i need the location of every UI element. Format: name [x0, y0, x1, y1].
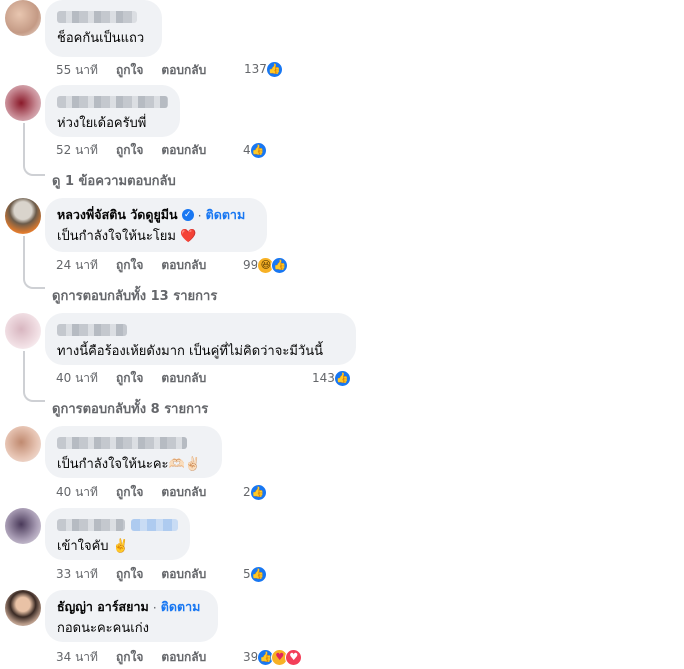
comment-actions: 40 นาที ถูกใจ ตอบกลับ — [56, 368, 224, 388]
separator-dot: · — [197, 207, 202, 223]
like-reaction-icon: 👍 — [249, 483, 267, 501]
thread-connector — [23, 388, 45, 402]
comment-bubble: หลวงพี่จัสติน วัดดูยูมีน ✓ · ติดตาม เป็น… — [45, 198, 267, 252]
reply-button[interactable]: ตอบกลับ — [161, 61, 206, 80]
view-replies-link[interactable]: ดู 1 ข้อความตอบกลับ — [52, 170, 176, 191]
comment-author-name[interactable] — [57, 8, 150, 26]
comment-author-name[interactable]: ธัญญ่า อาร์สยาม — [57, 597, 149, 617]
comment-actions: 40 นาที ถูกใจ ตอบกลับ — [56, 482, 224, 502]
view-replies-link[interactable]: ดูการตอบกลับทั้ง 8 รายการ — [52, 398, 208, 419]
thread-line — [23, 236, 25, 276]
comment-timestamp[interactable]: 34 นาที — [56, 648, 116, 667]
reply-button[interactable]: ตอบกลับ — [161, 648, 206, 667]
comment-bubble: เข้าใจคับ ✌️ — [45, 508, 190, 560]
comment-author-name[interactable] — [57, 434, 210, 452]
reaction-summary[interactable]: 5 👍 — [243, 564, 267, 584]
avatar[interactable] — [5, 85, 41, 121]
comment-bubble: ทางนี้คือร้องเห้ยดังมาก เป็นคู่ที่ไม่คิด… — [45, 313, 356, 365]
comment-author-name[interactable] — [57, 321, 344, 339]
comment-actions: 33 นาที ถูกใจ ตอบกลับ — [56, 564, 224, 584]
comment-text: ทางนี้คือร้องเห้ยดังมาก เป็นคู่ที่ไม่คิด… — [57, 344, 323, 359]
reaction-summary[interactable]: 137 👍 — [244, 59, 283, 79]
avatar[interactable] — [5, 0, 41, 36]
comment-text: เป็นกำลังใจให้นะโยม ❤️ — [57, 229, 197, 244]
comment-timestamp[interactable]: 24 นาที — [56, 256, 116, 275]
thread-line — [23, 123, 25, 163]
like-reaction-icon: 👍 — [333, 369, 351, 387]
reply-button[interactable]: ตอบกลับ — [161, 369, 206, 388]
like-reaction-icon: 👍 — [249, 141, 267, 159]
comment-timestamp[interactable]: 40 นาที — [56, 369, 116, 388]
reaction-summary[interactable]: 99 😆 👍 — [243, 255, 289, 275]
like-reaction-icon: 👍 — [265, 60, 283, 78]
comment-actions: 34 นาที ถูกใจ ตอบกลับ — [56, 647, 224, 667]
reaction-count: 39 — [243, 650, 259, 664]
reply-button[interactable]: ตอบกลับ — [161, 565, 206, 584]
like-reaction-icon: 👍 — [271, 256, 289, 274]
reaction-summary[interactable]: 4 👍 — [243, 140, 267, 160]
reaction-count: 143 — [312, 371, 335, 385]
like-button[interactable]: ถูกใจ — [116, 648, 143, 667]
reply-button[interactable]: ตอบกลับ — [161, 256, 206, 275]
like-button[interactable]: ถูกใจ — [116, 565, 143, 584]
comment-text: เป็นกำลังใจให้นะคะ🫶🏻✌🏻 — [57, 457, 201, 472]
follow-button[interactable]: ติดตาม — [161, 597, 201, 617]
like-button[interactable]: ถูกใจ — [116, 61, 143, 80]
comment-actions: 52 นาที ถูกใจ ตอบกลับ — [56, 140, 224, 160]
comment-timestamp[interactable]: 55 นาที — [56, 61, 116, 80]
reaction-count: 99 — [243, 258, 259, 272]
avatar[interactable] — [5, 590, 41, 626]
reply-button[interactable]: ตอบกลับ — [161, 141, 206, 160]
comment-actions: 24 นาที ถูกใจ ตอบกลับ — [56, 255, 224, 275]
comment-author-name[interactable]: หลวงพี่จัสติน วัดดูยูมีน — [57, 205, 178, 225]
comment-author-row: หลวงพี่จัสติน วัดดูยูมีน ✓ · ติดตาม — [57, 206, 255, 224]
thread-line — [23, 351, 25, 389]
avatar[interactable] — [5, 198, 41, 234]
avatar[interactable] — [5, 313, 41, 349]
comment-bubble: ช็อคกันเป็นแถว — [45, 0, 162, 57]
comment-bubble: เป็นกำลังใจให้นะคะ🫶🏻✌🏻 — [45, 426, 222, 478]
reply-button[interactable]: ตอบกลับ — [161, 483, 206, 502]
comment-bubble: ธัญญ่า อาร์สยาม · ติดตาม กอดนะคะคนเก่ง — [45, 590, 218, 642]
like-reaction-icon: 👍 — [249, 565, 267, 583]
comment-timestamp[interactable]: 52 นาที — [56, 141, 116, 160]
comment-bubble: ห่วงใยเด้อครับพี่ — [45, 85, 180, 137]
comment-text: เข้าใจคับ ✌️ — [57, 539, 129, 554]
thread-connector — [23, 162, 45, 176]
avatar[interactable] — [5, 508, 41, 544]
view-replies-link[interactable]: ดูการตอบกลับทั้ง 13 รายการ — [52, 285, 217, 306]
comment-actions: 55 นาที ถูกใจ ตอบกลับ — [56, 60, 224, 80]
comment-author-row: ธัญญ่า อาร์สยาม · ติดตาม — [57, 598, 206, 616]
separator-dot: · — [152, 599, 157, 615]
comment-timestamp[interactable]: 33 นาที — [56, 565, 116, 584]
comment-text: กอดนะคะคนเก่ง — [57, 621, 149, 636]
comment-text: ห่วงใยเด้อครับพี่ — [57, 116, 147, 131]
reaction-summary[interactable]: 39 👍 ♥ ♥ — [243, 647, 303, 667]
verified-badge-icon: ✓ — [181, 209, 194, 221]
comment-author-name[interactable] — [57, 516, 178, 534]
thread-connector — [23, 275, 45, 289]
reaction-summary[interactable]: 2 👍 — [243, 482, 267, 502]
comment-text: ช็อคกันเป็นแถว — [57, 31, 145, 46]
like-button[interactable]: ถูกใจ — [116, 369, 143, 388]
follow-button[interactable]: ติดตาม — [206, 205, 246, 225]
reaction-count: 137 — [244, 62, 267, 76]
like-button[interactable]: ถูกใจ — [116, 141, 143, 160]
like-button[interactable]: ถูกใจ — [116, 483, 143, 502]
comment-timestamp[interactable]: 40 นาที — [56, 483, 116, 502]
reaction-summary[interactable]: 143 👍 — [312, 368, 351, 388]
love-reaction-icon: ♥ — [285, 648, 303, 666]
like-button[interactable]: ถูกใจ — [116, 256, 143, 275]
avatar[interactable] — [5, 426, 41, 462]
comment-author-name[interactable] — [57, 93, 168, 111]
